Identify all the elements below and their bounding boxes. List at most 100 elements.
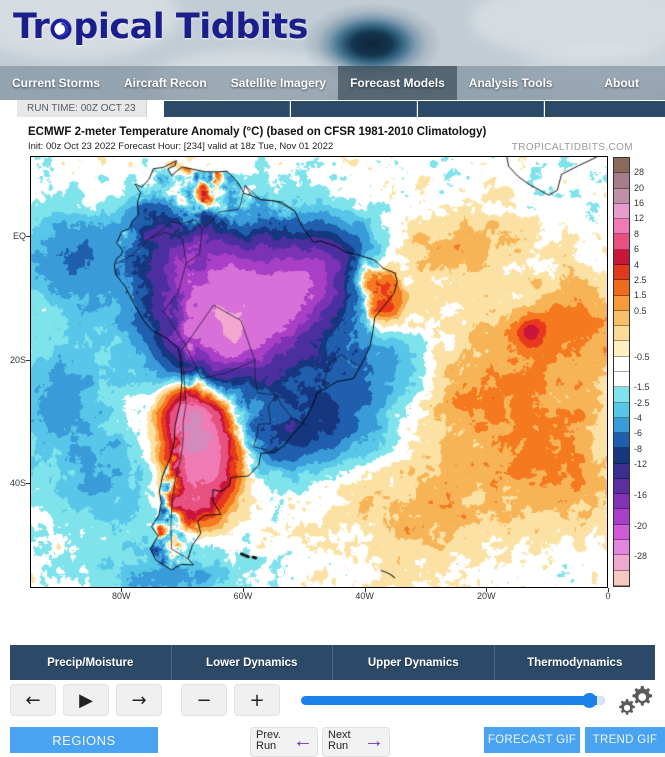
category-precip-moisture[interactable]: Precip/Moisture: [10, 645, 172, 680]
colorbar-swatch: [614, 341, 629, 357]
colorbar-swatch: [614, 494, 629, 510]
forecast-gif-button[interactable]: FORECAST GIF: [484, 727, 580, 753]
x-axis-label: 20W: [477, 591, 496, 601]
nav-item-forecast-models[interactable]: Forecast Models: [338, 66, 457, 100]
previous-run-button[interactable]: Prev. Run ←: [250, 727, 318, 757]
colorbar-swatch: [614, 310, 629, 327]
settings-gears-icon[interactable]: [615, 682, 655, 718]
zoom-in-button[interactable]: +: [234, 684, 280, 716]
runtime-tab-strip: RUN TIME: 00Z OCT 23: [0, 100, 665, 117]
colorbar-tick-label: 1.5: [634, 290, 647, 301]
colorbar-swatch: [614, 555, 629, 571]
colorbar-swatch: [614, 173, 629, 189]
tab-placeholder[interactable]: [291, 101, 417, 117]
x-axis-label: 0: [605, 591, 611, 601]
trend-gif-button[interactable]: TREND GIF: [585, 727, 665, 753]
colorbar-swatch: [614, 264, 629, 281]
site-logo[interactable]: Tr pical Tidbits: [13, 7, 308, 47]
colorbar-tick-label: 20: [634, 182, 645, 193]
colorbar-swatch: [614, 478, 629, 495]
tab-placeholder[interactable]: [418, 101, 544, 117]
slider-track-remainder: [597, 695, 605, 705]
colorbar-tick-label: 4: [634, 259, 640, 270]
nav-item-about[interactable]: About: [592, 66, 665, 100]
category-thermodynamics[interactable]: Thermodynamics: [494, 645, 655, 680]
colorbar-tick-label: -8: [634, 443, 643, 454]
colorbar-swatch: [614, 234, 629, 250]
frame-slider[interactable]: [301, 684, 605, 716]
colorbar-swatch: [614, 280, 629, 296]
colorbar-tick-label: 6: [634, 244, 640, 255]
x-axis-label: 80W: [111, 591, 131, 601]
colorbar-labels: 28 20 16 12 8 6 4 2.5 1.5 0.5 -0.5 -1.5 -2.5 -4 -6 -8 -1…: [634, 157, 664, 587]
colorbar-swatch: [614, 371, 629, 388]
category-button-bar: Precip/Moisture Lower Dynamics Upper Dyn…: [0, 645, 665, 680]
x-axis-label: 40W: [355, 591, 374, 601]
bottom-action-row: REGIONS Prev. Run ← Next Run → FORECAST …: [0, 724, 665, 757]
colorbar-swatch: [614, 448, 629, 464]
colorbar-tick-label: -12: [634, 459, 648, 470]
colorbar-tick-label: -20: [634, 520, 648, 531]
colorbar-swatch: [614, 524, 629, 541]
step-forward-button[interactable]: →: [116, 684, 162, 716]
play-button[interactable]: ▶: [63, 684, 109, 716]
colorbar-swatch: [614, 433, 629, 449]
nav-item-aircraft-recon[interactable]: Aircraft Recon: [112, 66, 219, 100]
colorbar-swatch: [614, 387, 629, 403]
colorbar-tick-label: -16: [634, 489, 648, 500]
colorbar-tick-label: 0.5: [634, 305, 647, 316]
colorbar-tick-label: 16: [634, 198, 645, 209]
colorbar-swatch: [614, 295, 629, 311]
colorbar-tick-label: 2.5: [634, 274, 647, 285]
logo-text-post: pical Tidbits: [73, 7, 308, 47]
colorbar-tick-label: -28: [634, 551, 648, 562]
colorbar-swatch: [614, 203, 629, 220]
nav-item-analysis-tools[interactable]: Analysis Tools: [457, 66, 565, 100]
category-lower-dynamics[interactable]: Lower Dynamics: [171, 645, 333, 680]
chart-title: ECMWF 2-meter Temperature Anomaly (°C) (…: [28, 126, 487, 138]
colorbar-tick-label: -0.5: [634, 351, 650, 362]
category-upper-dynamics[interactable]: Upper Dynamics: [333, 645, 495, 680]
slider-handle[interactable]: [582, 692, 597, 708]
colorbar-tick-label: -1.5: [634, 382, 650, 393]
slider-track[interactable]: [301, 695, 605, 705]
colorbar-tick-label: 28: [634, 167, 645, 178]
regions-button[interactable]: REGIONS: [10, 727, 158, 753]
arrow-right-icon: →: [364, 730, 384, 752]
next-run-label-line2: Run: [328, 740, 349, 752]
colorbar-tick-label: 12: [634, 213, 645, 224]
colorbar-swatch: [614, 570, 629, 586]
y-axis-tick: [26, 483, 30, 485]
nav-item-current-storms[interactable]: Current Storms: [0, 66, 112, 100]
colorbar-tick-label: -2.5: [634, 397, 650, 408]
colorbar-swatch: [614, 356, 629, 372]
forecast-chart-panel: ECMWF 2-meter Temperature Anomaly (°C) (…: [0, 117, 665, 622]
playback-toolbar: ← ▶ → − +: [0, 680, 665, 720]
tab-placeholder[interactable]: [164, 101, 290, 117]
colorbar-swatch: [614, 219, 629, 235]
temperature-anomaly-map[interactable]: [31, 157, 607, 587]
step-back-button[interactable]: ←: [10, 684, 56, 716]
main-navigation: Current Storms Aircraft Recon Satellite …: [0, 66, 665, 100]
colorbar-swatch: [614, 463, 629, 479]
zoom-out-button[interactable]: −: [181, 684, 227, 716]
runtime-tab[interactable]: RUN TIME: 00Z OCT 23: [17, 100, 147, 117]
colorbar-swatch: [614, 326, 629, 342]
y-axis-tick: [26, 236, 30, 238]
nav-item-satellite-imagery[interactable]: Satellite Imagery: [219, 66, 338, 100]
y-axis-label: 40S: [9, 478, 26, 489]
y-axis-label: 20S: [9, 354, 26, 365]
y-axis-label: EQ: [12, 231, 26, 242]
tab-placeholder[interactable]: [545, 101, 665, 117]
y-axis-tick: [26, 359, 30, 361]
colorbar-swatch: [614, 402, 629, 418]
hurricane-spiral-icon: [49, 17, 73, 41]
site-banner: Tr pical Tidbits Current Storms Aircraft …: [0, 0, 665, 100]
chart-subtitle: Init: 00z Oct 23 2022 Forecast Hour: [23…: [28, 141, 334, 152]
colorbar-swatch: [614, 188, 629, 204]
next-run-button[interactable]: Next Run →: [322, 727, 390, 757]
colorbar-swatch: [614, 417, 629, 434]
x-axis-label: 60W: [233, 591, 253, 601]
colorbar-swatch: [614, 509, 629, 525]
map-plot-area[interactable]: [30, 156, 608, 588]
